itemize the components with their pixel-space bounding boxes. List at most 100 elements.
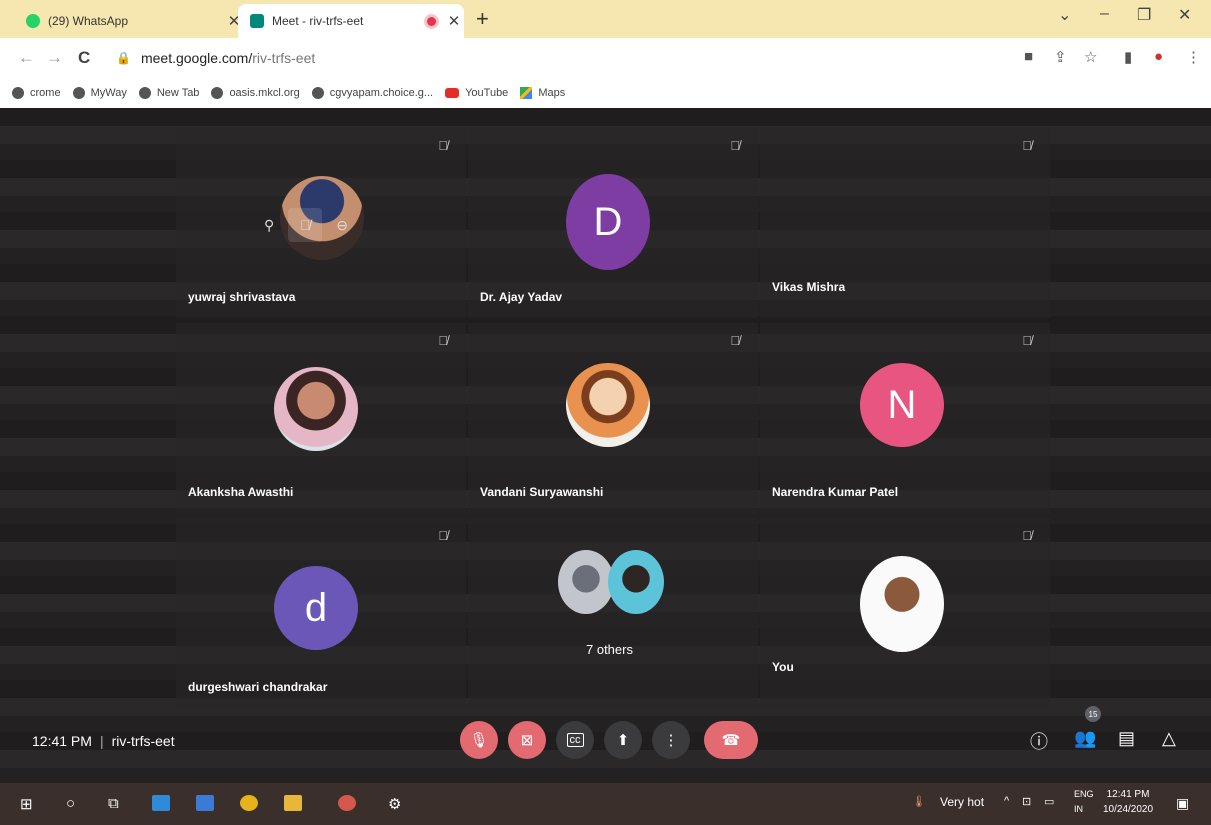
participant-name: Akanksha Awasthi — [188, 485, 294, 499]
camera-toggle-button[interactable]: ⊠ — [508, 721, 546, 759]
file-explorer-icon[interactable] — [284, 795, 302, 811]
minimize-button[interactable]: – — [1100, 5, 1109, 23]
mic-off-icon: 🎙̸ — [438, 528, 448, 543]
participant-name: Dr. Ajay Yadav — [480, 290, 563, 304]
window-close-button[interactable]: ✕ — [1178, 5, 1191, 25]
bookmark-youtube[interactable]: YouTube — [445, 87, 508, 99]
lang-top: ENG — [1074, 789, 1094, 799]
windows-taskbar: ⊞ ○ ⧉ ⚙ 🌡 Very hot ^ ⊡ ▭ ENG IN 12:41 PM 1… — [0, 783, 1211, 825]
share-icon[interactable]: ⇪ — [1054, 48, 1067, 66]
address-bar[interactable]: 🔒 meet.google.com/riv-trfs-eet — [116, 44, 986, 72]
mic-off-icon: 🎙̸ — [1022, 528, 1032, 543]
restore-button[interactable]: ❐ — [1137, 5, 1151, 25]
meeting-time: 12:41 PM — [32, 733, 92, 749]
leave-call-button[interactable]: ☎ — [704, 721, 758, 759]
chevron-down-icon[interactable]: ⌄ — [1058, 5, 1071, 25]
mic-off-icon: 🎙 — [469, 732, 489, 749]
weather-icon: 🌡 — [912, 796, 926, 808]
bookmark-myway[interactable]: MyWay — [72, 87, 127, 99]
participant-name: yuwraj shrivastava — [188, 290, 296, 304]
bookmark-cgvyapam[interactable]: cgvyapam.choice.g... — [311, 87, 434, 99]
more-options-button[interactable]: ⋮ — [652, 721, 690, 759]
activities-icon[interactable]: △ — [1162, 728, 1176, 749]
bookmark-label: New Tab — [156, 87, 200, 99]
task-view-icon[interactable]: ⧉ — [108, 795, 119, 812]
reload-icon[interactable]: C — [78, 48, 90, 68]
bookmark-label: YouTube — [465, 87, 509, 99]
people-icon[interactable]: 👥 — [1074, 728, 1096, 749]
participant-tile-self[interactable]: 🎙̸ You — [760, 518, 1050, 708]
notifications-icon[interactable]: ▣ — [1176, 795, 1189, 812]
chat-icon[interactable]: ▤ — [1118, 728, 1135, 749]
participant-name: You — [772, 660, 794, 674]
participant-tile[interactable]: 🎙̸ ⚲ 🎙̸ ⊖ yuwraj shrivastava — [176, 128, 466, 318]
microphone-toggle-button[interactable]: 🎙 — [460, 721, 498, 759]
participant-tile[interactable]: 🎙̸ d durgeshwari chandrakar — [176, 518, 466, 708]
network-icon[interactable]: ⊡ — [1022, 795, 1031, 808]
info-icon[interactable]: ⓘ — [1030, 728, 1048, 754]
menu-dots-icon[interactable]: ⋮ — [1186, 48, 1201, 66]
participant-name: Vikas Mishra — [772, 280, 846, 294]
tab-meet[interactable]: Meet - riv-trfs-eet ✕ — [238, 4, 464, 38]
separator: | — [99, 733, 104, 749]
captions-button[interactable]: cc — [556, 721, 594, 759]
forward-icon[interactable]: → — [46, 48, 63, 68]
tab-whatsapp[interactable]: (29) WhatsApp ✕ — [14, 4, 244, 38]
globe-icon — [211, 87, 224, 99]
meet-icon — [250, 14, 264, 28]
mute-participant-button[interactable]: 🎙̸ — [288, 208, 323, 242]
bookmark-maps[interactable]: Maps — [520, 87, 565, 99]
participant-tile[interactable]: 🎙̸ Akanksha Awasthi — [176, 323, 466, 513]
settings-icon[interactable]: ⚙ — [388, 795, 401, 813]
mic-off-icon: 🎙̸ — [438, 333, 448, 348]
bookmark-label: cgvyapam.choice.g... — [329, 87, 434, 99]
address-row: ← → C 🔒 meet.google.com/riv-trfs-eet ■ ⇪… — [0, 38, 1211, 78]
profile-icon[interactable]: ● — [1154, 48, 1163, 65]
mail-icon[interactable] — [196, 795, 214, 811]
tab-title: (29) WhatsApp — [48, 14, 129, 28]
participant-tile[interactable]: 🎙̸ D Dr. Ajay Yadav — [468, 128, 758, 318]
bookmark-crome[interactable]: crome — [12, 87, 61, 99]
language-indicator[interactable]: ENG IN — [1074, 787, 1094, 817]
chrome-icon[interactable] — [338, 795, 356, 811]
mic-off-icon: 🎙̸ — [730, 333, 740, 348]
pin-icon[interactable]: ⚲ — [264, 217, 274, 234]
chrome-icon[interactable] — [240, 795, 258, 811]
participant-tile[interactable]: 🎙̸ N Narendra Kumar Patel — [760, 323, 1050, 513]
bookmark-new-tab[interactable]: New Tab — [138, 87, 200, 99]
windows-start-icon[interactable]: ⊞ — [20, 795, 33, 813]
avatar-letter: N — [887, 382, 917, 427]
sidebar-icon[interactable]: ▮ — [1124, 48, 1132, 66]
system-clock[interactable]: 12:41 PM 10/24/2020 — [1103, 787, 1153, 817]
camera-icon[interactable]: ■ — [1024, 48, 1033, 65]
new-tab-button[interactable]: + — [476, 6, 489, 32]
close-icon[interactable]: ✕ — [444, 12, 464, 30]
present-button[interactable]: ⬆ — [604, 721, 642, 759]
avatar: D — [566, 174, 650, 270]
back-icon[interactable]: ← — [18, 48, 35, 68]
remove-icon[interactable]: ⊖ — [336, 217, 348, 234]
others-tile[interactable]: 7 others — [468, 518, 758, 708]
participant-tile[interactable]: 🎙̸ Vandani Suryawanshi — [468, 323, 758, 513]
participant-name: Vandani Suryawanshi — [480, 485, 604, 499]
avatar — [274, 367, 358, 451]
meeting-info: 12:41 PM | riv-trfs-eet — [32, 733, 175, 749]
tile-hover-controls: ⚲ 🎙̸ ⊖ — [264, 208, 348, 242]
present-icon: ⬆ — [616, 732, 630, 749]
avatar — [558, 550, 614, 614]
chevron-up-icon[interactable]: ^ — [1004, 795, 1009, 807]
whatsapp-icon — [26, 14, 40, 28]
avatar — [566, 363, 650, 447]
store-icon[interactable] — [152, 795, 170, 811]
bookmark-oasis[interactable]: oasis.mkcl.org — [211, 87, 300, 99]
battery-icon[interactable]: ▭ — [1044, 795, 1054, 808]
clock-time: 12:41 PM — [1106, 789, 1150, 800]
mic-off-icon: 🎙̸ — [438, 138, 448, 153]
more-vert-icon: ⋮ — [663, 732, 679, 749]
star-icon[interactable]: ☆ — [1084, 48, 1097, 66]
search-icon[interactable]: ○ — [66, 795, 75, 812]
weather-label[interactable]: Very hot — [940, 795, 984, 809]
avatar-letter: D — [593, 199, 623, 244]
participant-tile[interactable]: 🎙̸ Vikas Mishra — [760, 128, 1050, 318]
others-count-label: 7 others — [586, 642, 633, 657]
